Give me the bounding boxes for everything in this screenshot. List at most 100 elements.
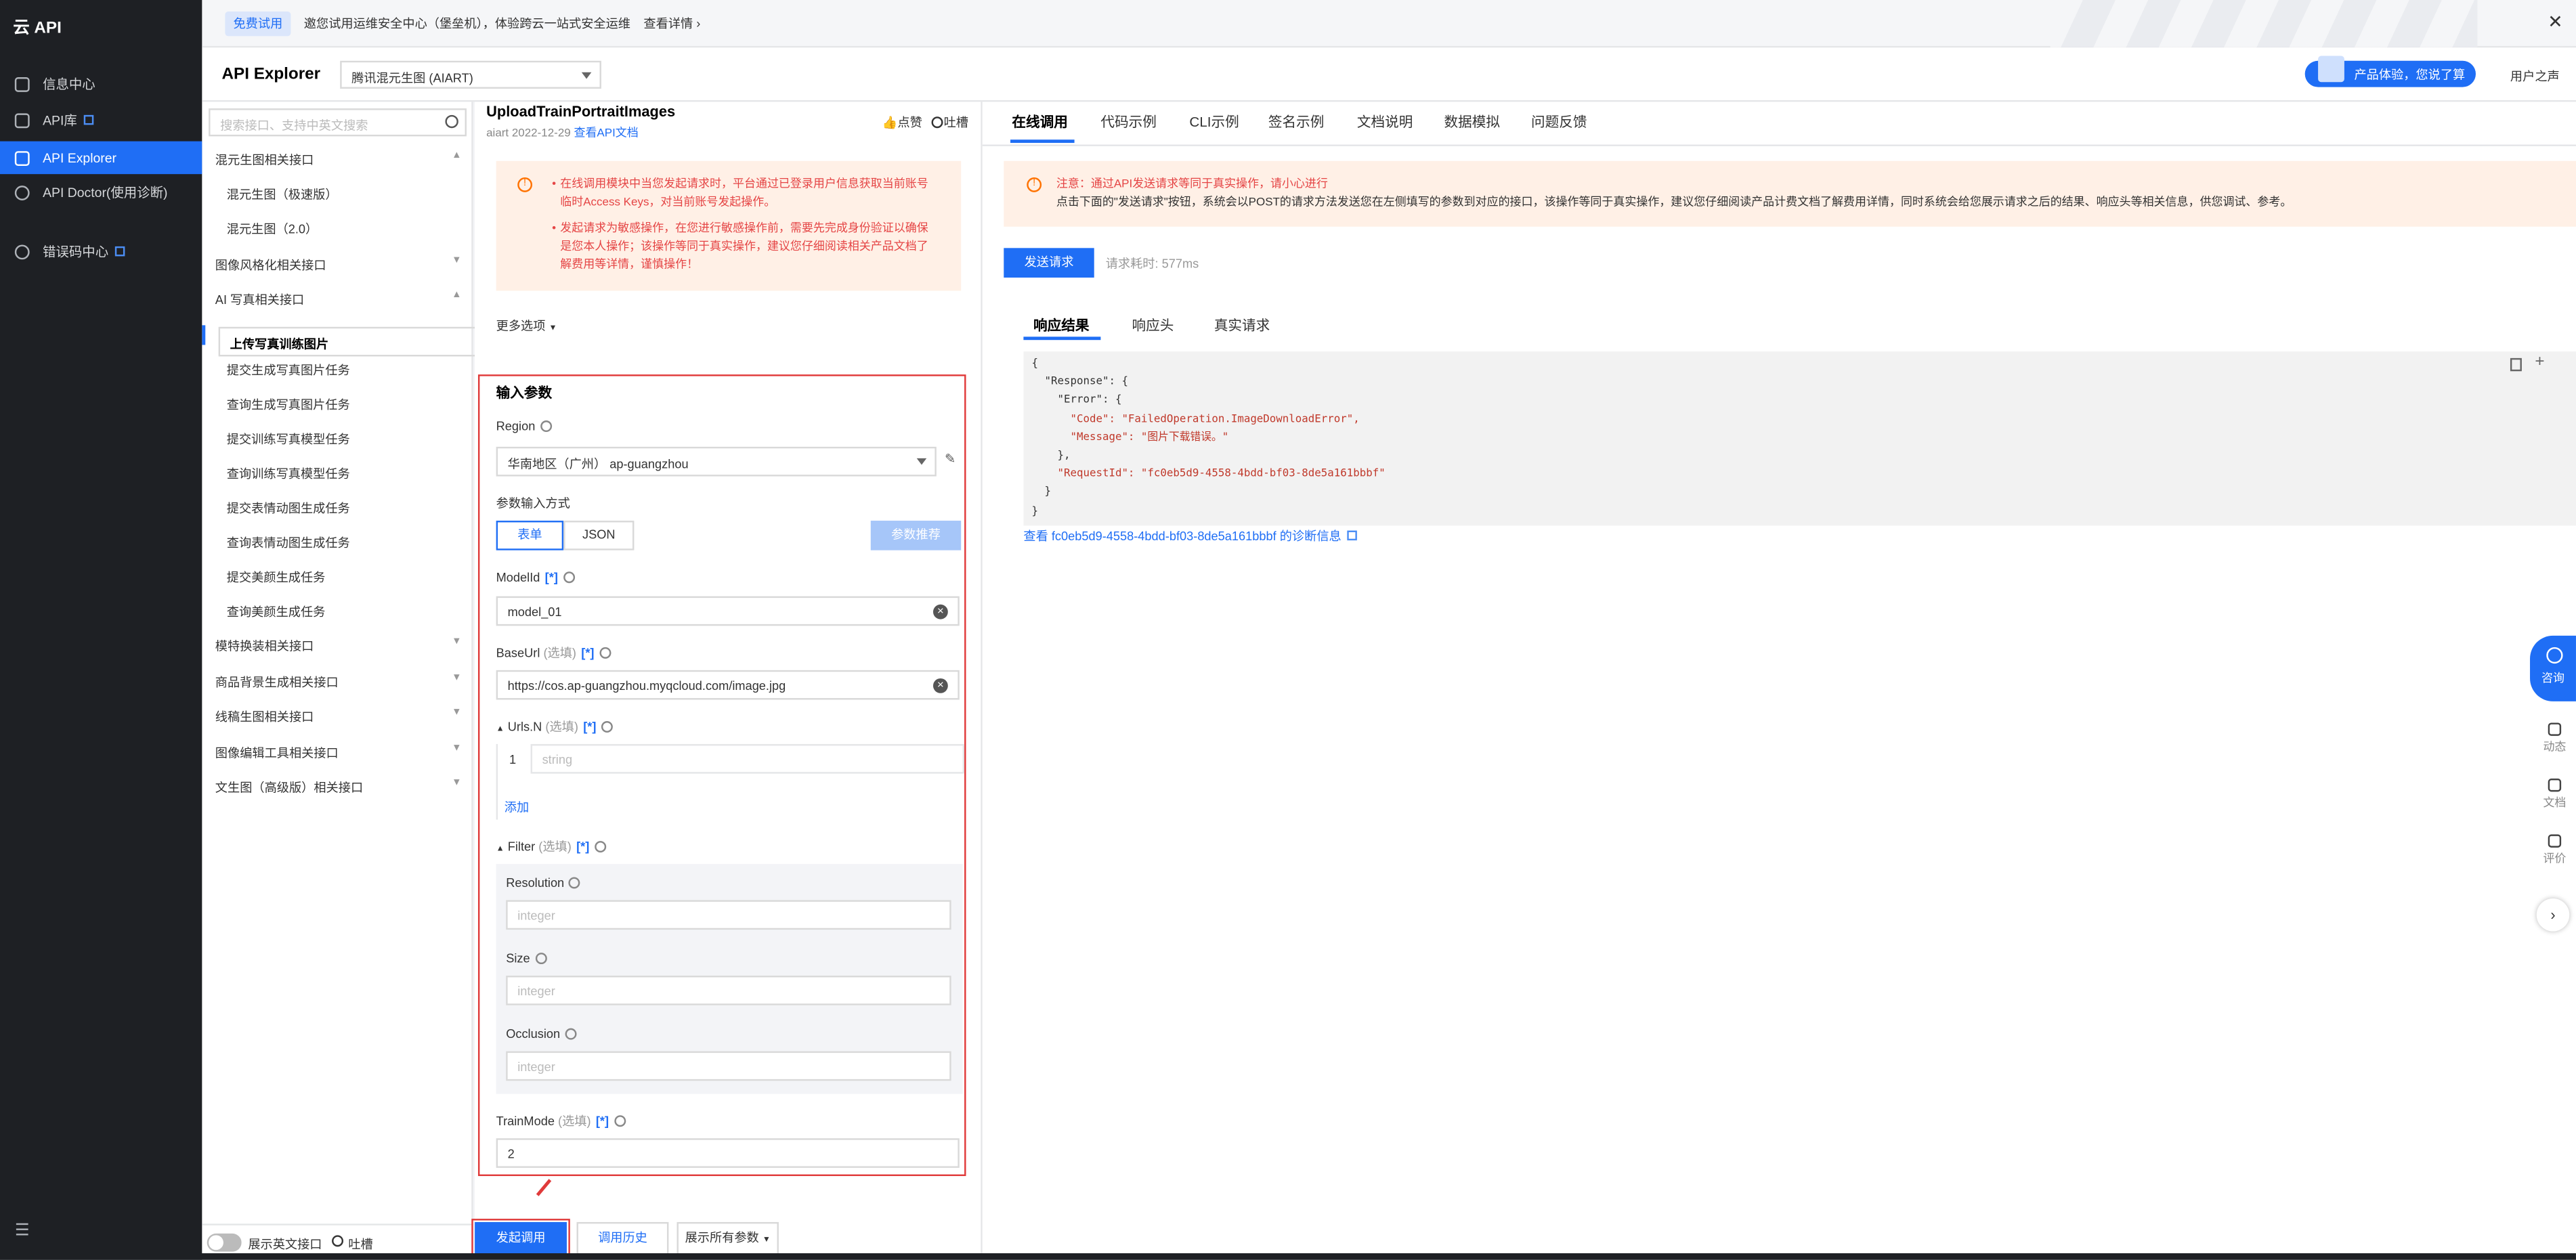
response-code-block: { "Response": { "Error": { "Code": "Fail… [1023,351,2576,526]
edit-icon[interactable]: ✎ [945,452,956,466]
code-line: } [1031,485,1052,499]
external-link-icon [114,246,125,257]
search-icon[interactable] [445,114,458,129]
modelid-input[interactable]: model_01 × [496,596,960,626]
consult-button[interactable]: 咨询 [2530,635,2576,701]
nav-item-info-center[interactable]: 信息中心 [0,67,202,100]
clear-icon[interactable]: × [932,604,948,620]
caret-down-icon: ▼ [762,1235,771,1245]
external-link-icon [83,114,94,125]
mode-json-button[interactable]: JSON [563,521,635,550]
free-trial-badge: 免费试用 [225,10,291,36]
chevron-up-icon: ▲ [452,151,462,161]
feedback-link[interactable]: 吐槽 [348,1235,372,1253]
tab-real-request[interactable]: 真实请求 [1214,316,1270,335]
api-item[interactable]: 提交训练写真模型任务 [227,431,350,449]
send-request-button[interactable]: 发送请求 [1004,248,1094,278]
info-icon[interactable] [534,953,546,965]
api-item[interactable]: 混元生图（2.0） [227,220,318,238]
more-options-dropdown[interactable]: 更多选项 ▼ [496,317,557,335]
params-title: 输入参数 [496,384,553,401]
copy-icon[interactable] [2510,357,2522,372]
trainmode-input[interactable]: 2 [496,1138,960,1168]
occlusion-label: Occlusion [506,1026,577,1041]
api-item[interactable]: 提交表情动图生成任务 [227,500,350,518]
tab-response-headers[interactable]: 响应头 [1132,316,1174,335]
info-icon[interactable] [563,571,575,584]
param-recommend-button[interactable]: 参数推荐 [870,521,962,550]
expand-icon[interactable]: + [2535,353,2544,372]
feedback-promo-button[interactable]: 产品体验，您说了算 [2304,56,2476,87]
diagnosis-link[interactable]: 查看 fc0eb5d9-4558-4bdd-bf03-8de5a161bbbf … [1023,527,1358,546]
group-hunyuan[interactable]: 混元生图相关接口 ▲ [215,151,462,169]
urls-label[interactable]: ▲ Urls.N (选填) [*] [496,718,613,736]
api-doc-link[interactable]: 查看API文档 [574,128,638,139]
tab-online-call[interactable]: 在线调用 [1012,112,1068,131]
nav-item-api-library[interactable]: API库 [0,104,202,137]
dock-rate[interactable]: 评价 [2538,834,2571,867]
group-portrait[interactable]: AI 写真相关接口 ▲ [215,290,462,309]
user-voice-link[interactable]: 用户之声 [2510,67,2560,85]
baseurl-input[interactable]: https://cos.ap-guangzhou.myqcloud.com/im… [496,670,960,700]
chevron-right-icon[interactable]: › [2536,898,2570,932]
close-icon[interactable]: ✕ [2548,12,2562,32]
tab-signature-example[interactable]: 签名示例 [1268,112,1325,131]
menu-icon[interactable]: ☰ [15,1222,30,1240]
complain-button[interactable]: 吐槽 [944,115,968,130]
nav-item-api-doctor[interactable]: API Doctor(使用诊断) [0,181,202,227]
api-item[interactable]: 查询训练写真模型任务 [227,465,350,483]
api-item[interactable]: 查询生成写真图片任务 [227,396,350,414]
mode-form-button[interactable]: 表单 [496,521,564,550]
group-outfit[interactable]: 模特换装相关接口 ▼ [215,637,462,655]
url-input[interactable]: string [530,743,965,774]
size-input[interactable]: integer [506,976,951,1005]
dock-docs[interactable]: 文档 [2538,778,2571,812]
call-history-button[interactable]: 调用历史 [576,1221,669,1255]
info-icon [14,244,30,259]
resolution-input[interactable]: integer [506,900,951,930]
tab-data-mock[interactable]: 数据模拟 [1444,112,1500,131]
region-select[interactable]: 华南地区（广州） ap-guangzhou [496,446,937,477]
api-item[interactable]: 提交美颜生成任务 [227,568,326,586]
info-icon[interactable] [599,647,611,659]
invoke-button[interactable]: 发起调用 [471,1219,570,1259]
chevron-down-icon [916,458,927,465]
product-select[interactable]: 腾讯混元生图 (AIART) [340,60,601,89]
tab-feedback[interactable]: 问题反馈 [1531,112,1587,131]
info-icon[interactable] [565,1028,577,1040]
nav-item-error-codes[interactable]: 错误码中心 [0,235,202,268]
thumb-up-icon[interactable]: 👍 [882,115,898,130]
group-image-edit[interactable]: 图像编辑工具相关接口 ▼ [215,744,462,762]
occlusion-input[interactable]: integer [506,1051,951,1081]
api-item[interactable]: 查询美颜生成任务 [227,603,326,621]
api-item[interactable]: 查询表情动图生成任务 [227,534,350,552]
info-icon[interactable] [614,1115,626,1127]
group-stylize[interactable]: 图像风格化相关接口 ▼ [215,256,462,274]
tab-doc[interactable]: 文档说明 [1357,112,1413,131]
response-panel: 在线调用 代码示例 CLI示例 签名示例 文档说明 数据模拟 问题反馈 ! 注意… [982,102,2576,1260]
info-icon[interactable] [601,721,613,733]
caret-down-icon: ▼ [549,323,557,334]
group-background[interactable]: 商品背景生成相关接口 ▼ [215,674,462,692]
dock-news[interactable]: 动态 [2538,722,2571,756]
add-url-button[interactable]: 添加 [505,798,529,817]
api-item[interactable]: 提交生成写真图片任务 [227,362,350,380]
group-sketch[interactable]: 线稿生图相关接口 ▼ [215,708,462,726]
caret-up-icon: ▲ [496,724,505,735]
like-button[interactable]: 点赞 [897,115,922,130]
api-search-input[interactable]: 搜索接口、支持中英文搜索 [209,108,467,137]
group-text-to-image-pro[interactable]: 文生图（高级版）相关接口 ▼ [215,779,462,797]
banner-details-link[interactable]: 查看详情 › [643,14,700,32]
tab-response-result[interactable]: 响应结果 [1033,316,1090,335]
clear-icon[interactable]: × [932,678,948,693]
tab-cli-example[interactable]: CLI示例 [1189,112,1239,131]
english-api-toggle[interactable] [207,1233,242,1252]
api-item[interactable]: 混元生图（极速版） [227,186,338,204]
show-all-params-dropdown[interactable]: 展示所有参数 ▼ [677,1221,779,1255]
tab-code-example[interactable]: 代码示例 [1100,112,1157,131]
info-icon[interactable] [540,420,552,433]
info-icon[interactable] [594,841,606,853]
nav-item-api-explorer[interactable]: API Explorer [0,141,202,175]
filter-label[interactable]: ▲ Filter (选填) [*] [496,838,606,856]
info-icon[interactable] [569,877,581,889]
